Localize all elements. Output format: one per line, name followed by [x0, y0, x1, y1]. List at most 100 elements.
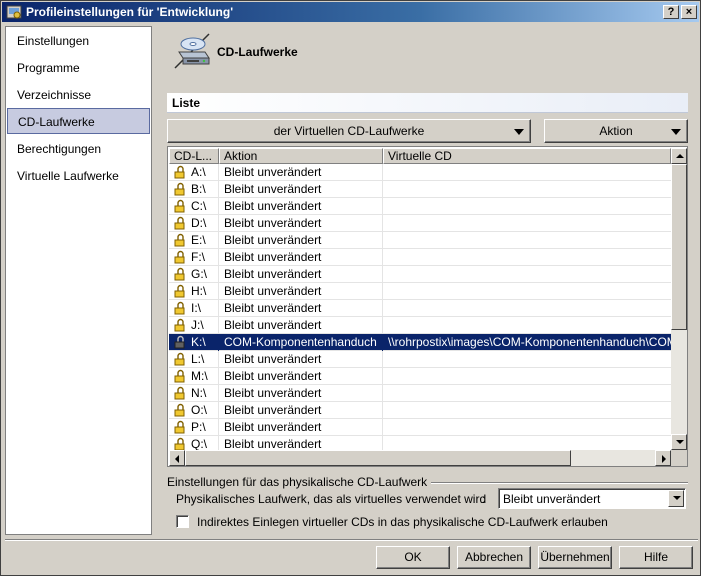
indirect-insert-checkbox[interactable]: [176, 515, 189, 528]
dialog-window: Profileinstellungen für 'Entwicklung' ? …: [0, 0, 701, 576]
action-cell: Bleibt unverändert: [219, 351, 383, 368]
column-header-drive[interactable]: CD-L...: [169, 148, 219, 164]
table-row[interactable]: J:\ Bleibt unverändert: [169, 317, 671, 334]
chevron-down-icon: [671, 129, 681, 135]
column-header-virtual-cd[interactable]: Virtuelle CD: [383, 148, 671, 164]
action-cell: Bleibt unverändert: [219, 385, 383, 402]
action-dropdown-label: Aktion: [599, 124, 633, 138]
scrollbar-corner: [671, 450, 687, 466]
action-cell: Bleibt unverändert: [219, 266, 383, 283]
drive-table[interactable]: CD-L... Aktion Virtuelle CD A:\ Bleibt un…: [167, 146, 688, 467]
table-row[interactable]: P:\ Bleibt unverändert: [169, 419, 671, 436]
table-header: CD-L... Aktion Virtuelle CD: [169, 148, 671, 164]
physical-drive-select[interactable]: Bleibt unverändert: [498, 488, 686, 509]
virtual-cd-cell: [383, 249, 671, 266]
virtual-cd-cell: [383, 317, 671, 334]
drive-cell: P:\: [169, 419, 219, 436]
table-row[interactable]: H:\ Bleibt unverändert: [169, 283, 671, 300]
virtual-cd-cell: [383, 419, 671, 436]
nav-item-cd-laufwerke[interactable]: CD-Laufwerke: [7, 108, 150, 134]
vertical-scrollbar[interactable]: [671, 148, 687, 450]
drive-cell: Q:\: [169, 436, 219, 450]
virtual-cd-cell: [383, 266, 671, 283]
horizontal-scrollbar[interactable]: [169, 450, 671, 466]
select-dropdown-button[interactable]: [668, 490, 684, 507]
help-button[interactable]: Hilfe: [619, 546, 693, 569]
table-row[interactable]: D:\ Bleibt unverändert: [169, 215, 671, 232]
table-row[interactable]: Q:\ Bleibt unverändert: [169, 436, 671, 450]
table-row[interactable]: N:\ Bleibt unverändert: [169, 385, 671, 402]
virtual-cd-cell: [383, 351, 671, 368]
nav-item-berechtigungen[interactable]: Berechtigungen: [7, 136, 150, 162]
table-row[interactable]: G:\ Bleibt unverändert: [169, 266, 671, 283]
drive-cell: L:\: [169, 351, 219, 368]
arrow-up-icon: [676, 154, 684, 158]
title-bar[interactable]: Profileinstellungen für 'Entwicklung' ? …: [2, 2, 699, 22]
horizontal-scroll-thumb[interactable]: [185, 450, 571, 466]
virtual-cd-cell: [383, 436, 671, 450]
action-cell: Bleibt unverändert: [219, 232, 383, 249]
nav-item-einstellungen[interactable]: Einstellungen: [7, 28, 150, 54]
drive-cell: E:\: [169, 232, 219, 249]
drive-cell: G:\: [169, 266, 219, 283]
action-cell: Bleibt unverändert: [219, 249, 383, 266]
virtual-cd-cell: [383, 215, 671, 232]
cancel-button[interactable]: Abbrechen: [457, 546, 531, 569]
drive-cell: K:\: [169, 334, 219, 351]
table-body: A:\ Bleibt unverändert B:\ Bleibt unverände…: [169, 164, 671, 450]
virtual-cd-cell: [383, 198, 671, 215]
scroll-up-button[interactable]: [671, 148, 687, 164]
table-row[interactable]: B:\ Bleibt unverändert: [169, 181, 671, 198]
footer-divider: [5, 539, 698, 541]
table-row[interactable]: C:\ Bleibt unverändert: [169, 198, 671, 215]
virtual-cd-dropdown-label: der Virtuellen CD-Laufwerke: [273, 124, 425, 138]
window-title: Profileinstellungen für 'Entwicklung': [26, 5, 234, 19]
nav-item-verzeichnisse[interactable]: Verzeichnisse: [7, 82, 150, 108]
physical-group-title: Einstellungen für das physikalische CD-L…: [167, 475, 432, 489]
action-cell: Bleibt unverändert: [219, 181, 383, 198]
settings-nav: Einstellungen Programme Verzeichnisse CD…: [5, 26, 152, 535]
table-row[interactable]: E:\ Bleibt unverändert: [169, 232, 671, 249]
app-icon: [6, 5, 22, 19]
action-cell: Bleibt unverändert: [219, 198, 383, 215]
close-icon[interactable]: ×: [681, 5, 697, 19]
virtual-cd-dropdown[interactable]: der Virtuellen CD-Laufwerke: [167, 119, 531, 143]
scroll-left-button[interactable]: [169, 450, 185, 466]
drive-cell: F:\: [169, 249, 219, 266]
nav-item-virtuelle-laufwerke[interactable]: Virtuelle Laufwerke: [7, 163, 150, 189]
action-dropdown[interactable]: Aktion: [544, 119, 688, 143]
action-cell: Bleibt unverändert: [219, 283, 383, 300]
table-row[interactable]: I:\ Bleibt unverändert: [169, 300, 671, 317]
drive-cell: O:\: [169, 402, 219, 419]
drive-cell: H:\: [169, 283, 219, 300]
drive-cell: C:\: [169, 198, 219, 215]
action-cell: Bleibt unverändert: [219, 436, 383, 450]
action-cell: Bleibt unverändert: [219, 402, 383, 419]
scroll-down-button[interactable]: [671, 434, 687, 450]
scroll-right-button[interactable]: [655, 450, 671, 466]
table-row[interactable]: F:\ Bleibt unverändert: [169, 249, 671, 266]
action-cell: Bleibt unverändert: [219, 317, 383, 334]
drive-cell: B:\: [169, 181, 219, 198]
drive-cell: A:\: [169, 164, 219, 181]
table-row[interactable]: K:\ COM-Komponentenhanduch \\rohrpostix\im…: [169, 334, 671, 351]
table-row[interactable]: L:\ Bleibt unverändert: [169, 351, 671, 368]
drive-cell: M:\: [169, 368, 219, 385]
virtual-cd-cell: \\rohrpostix\images\COM-Komponentenhandu…: [388, 335, 671, 349]
virtual-cd-cell: [383, 232, 671, 249]
label-colon: :: [482, 492, 486, 506]
action-cell: Bleibt unverändert: [219, 368, 383, 385]
nav-item-programme[interactable]: Programme: [7, 55, 150, 81]
indirect-insert-label[interactable]: Indirektes Einlegen virtueller CDs in da…: [197, 515, 608, 529]
ok-button[interactable]: OK: [376, 546, 450, 569]
table-row[interactable]: M:\ Bleibt unverändert: [169, 368, 671, 385]
vertical-scroll-thumb[interactable]: [671, 164, 687, 330]
apply-button[interactable]: Übernehmen: [538, 546, 612, 569]
table-row[interactable]: A:\ Bleibt unverändert: [169, 164, 671, 181]
virtual-cd-cell: [383, 164, 671, 181]
column-header-action[interactable]: Aktion: [219, 148, 383, 164]
drive-cell: N:\: [169, 385, 219, 402]
action-cell: Bleibt unverändert: [219, 164, 383, 181]
table-row[interactable]: O:\ Bleibt unverändert: [169, 402, 671, 419]
help-title-button[interactable]: ?: [663, 5, 679, 19]
